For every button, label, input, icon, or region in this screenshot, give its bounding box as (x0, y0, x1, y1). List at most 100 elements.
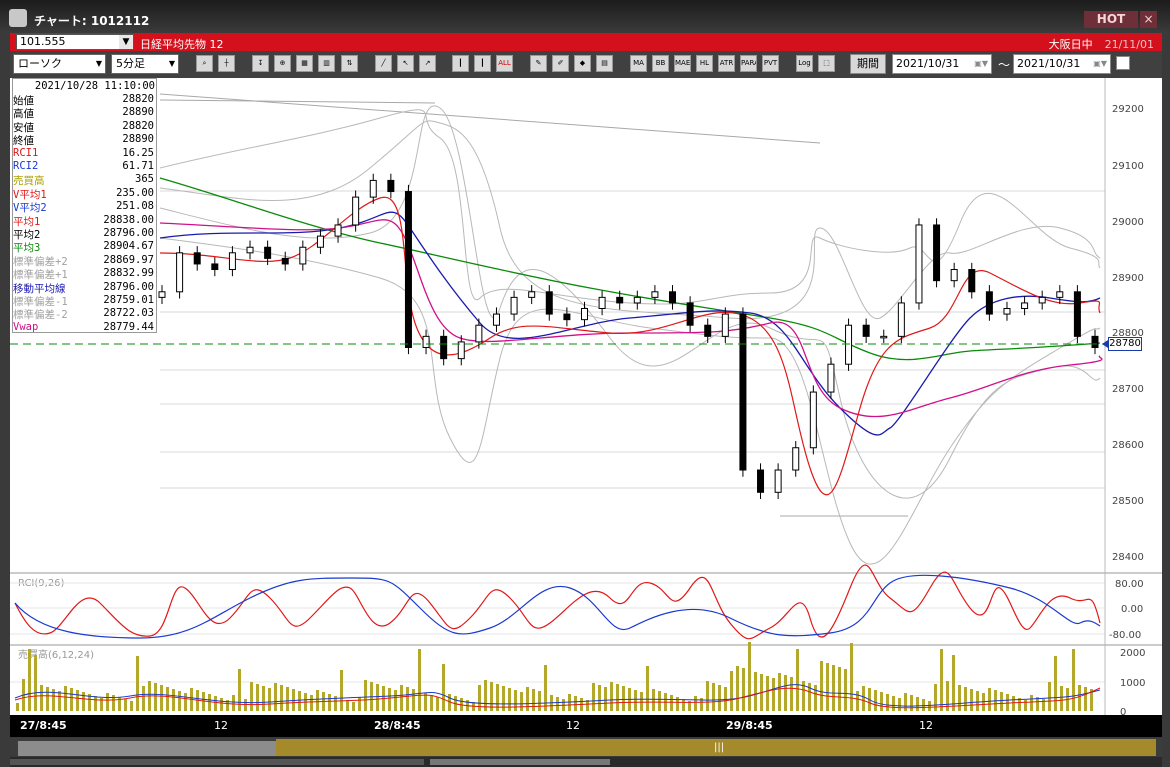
grip-icon[interactable]: ||| (714, 742, 724, 753)
candle-body[interactable] (492, 313, 500, 326)
mae-button[interactable]: MAE (674, 55, 691, 72)
pencil-icon[interactable]: ✐ (552, 55, 569, 72)
period-button[interactable]: 期間 (850, 54, 886, 74)
volume-bar (106, 693, 109, 711)
calendar-icon[interactable]: ▣▼ (974, 55, 988, 73)
hl-button[interactable]: HL (696, 55, 713, 72)
candle-body[interactable] (299, 246, 307, 265)
candle-body[interactable] (897, 302, 905, 337)
bars-icon[interactable]: ▥ (318, 55, 335, 72)
all-button[interactable]: ALL (496, 55, 513, 72)
candle-body[interactable] (475, 324, 483, 343)
close-button[interactable]: × (1140, 11, 1157, 28)
date-from-input[interactable]: 2021/10/31 ▣▼ (892, 54, 992, 74)
candle-body[interactable] (176, 252, 184, 293)
compare-icon[interactable]: ⇅ (341, 55, 358, 72)
candle-icon[interactable]: ┃ (452, 55, 469, 72)
candle-body[interactable] (757, 469, 765, 493)
candle-body[interactable] (404, 191, 412, 348)
candle-body[interactable] (580, 308, 588, 321)
candle-body[interactable] (510, 296, 518, 315)
candle-body[interactable] (369, 179, 377, 198)
log-button[interactable]: Log (796, 55, 813, 72)
draw-icon[interactable]: ✎ (530, 55, 547, 72)
candle-body[interactable] (827, 363, 835, 393)
candle-body[interactable] (739, 313, 747, 471)
scroll-track[interactable] (18, 741, 276, 756)
rci-axis[interactable]: 80.00 0.00 -80.00 (1109, 579, 1144, 641)
candle-body[interactable] (598, 296, 606, 310)
candle-body[interactable] (316, 235, 324, 248)
date-to-input[interactable]: 2021/10/31 ▣▼ (1013, 54, 1111, 74)
candle-body[interactable] (264, 246, 272, 259)
candle-body[interactable] (915, 224, 923, 304)
candle-body[interactable] (651, 291, 659, 298)
grid-icon[interactable]: ▦ (296, 55, 313, 72)
candle-body[interactable] (528, 291, 536, 298)
candle-body[interactable] (845, 324, 853, 365)
candle-body[interactable] (880, 335, 888, 339)
candle-body[interactable] (933, 224, 941, 282)
line-icon[interactable]: ╱ (375, 55, 392, 72)
volume-axis[interactable]: 2000 1000 0 (1120, 648, 1145, 718)
candle-body[interactable] (616, 296, 624, 304)
candle-body[interactable] (545, 291, 553, 315)
chevron-down-icon[interactable]: ▼ (119, 35, 133, 49)
candle-body[interactable] (228, 252, 236, 271)
zoom-icon[interactable]: ⊕ (274, 55, 291, 72)
candle-body[interactable] (950, 269, 958, 282)
volume-bar (754, 672, 757, 711)
chart-area[interactable]: 29200 29100 29000 28900 28800 28700 2860… (10, 78, 1162, 718)
candle-body[interactable] (1056, 291, 1064, 298)
candle-body[interactable] (704, 324, 712, 337)
calendar-icon[interactable]: ▣▼ (1093, 55, 1107, 73)
candle-body[interactable] (1073, 291, 1081, 337)
candle-body[interactable] (193, 252, 201, 265)
candle-body[interactable] (246, 246, 254, 254)
atr-button[interactable]: ATR (718, 55, 735, 72)
candle-body[interactable] (774, 469, 782, 493)
candle-body[interactable] (1003, 308, 1011, 315)
bb-button[interactable]: BB (652, 55, 669, 72)
candle-body[interactable] (387, 179, 395, 193)
candle-body[interactable] (281, 257, 289, 265)
chart-canvas[interactable]: 29200 29100 29000 28900 28800 28700 2860… (10, 78, 1162, 718)
candle-body[interactable] (563, 313, 571, 321)
candle-body[interactable] (792, 447, 800, 471)
search-icon[interactable]: ⌕ (196, 55, 213, 72)
candle-body[interactable] (1038, 296, 1046, 304)
candle-body[interactable] (968, 269, 976, 293)
para-button[interactable]: PARA (740, 55, 757, 72)
candle-body[interactable] (721, 313, 729, 337)
crosshair-icon[interactable]: ┼ (218, 55, 235, 72)
candle-body[interactable] (686, 302, 694, 326)
candle-body[interactable] (669, 291, 677, 304)
candle-body[interactable] (862, 324, 870, 337)
candle-body[interactable] (1091, 335, 1099, 348)
chart-type-select[interactable]: ローソク ▼ (13, 54, 106, 74)
arrow-icon[interactable]: ↗ (419, 55, 436, 72)
candle-body[interactable] (352, 196, 360, 226)
hot-button[interactable]: HOT (1084, 11, 1138, 28)
candle-body[interactable] (334, 224, 342, 237)
candle-body[interactable] (158, 291, 166, 298)
candle-body[interactable] (809, 391, 817, 449)
symbol-code-select[interactable]: 101.555 ▼ (16, 34, 134, 50)
color-icon[interactable]: ◆ (574, 55, 591, 72)
pvt-button[interactable]: PVT (762, 55, 779, 72)
candle-body[interactable] (633, 296, 641, 304)
candle2-icon[interactable]: ┃ (474, 55, 491, 72)
ma-button[interactable]: MA (630, 55, 647, 72)
tool-icon[interactable]: ↧ (252, 55, 269, 72)
export-icon[interactable]: ⬚ (818, 55, 835, 72)
candle-body[interactable] (440, 335, 448, 360)
timeframe-select[interactable]: 5分足 ▼ (111, 54, 179, 74)
candle-body[interactable] (211, 263, 219, 271)
candle-body[interactable] (985, 291, 993, 315)
candle-body[interactable] (422, 335, 430, 348)
period-checkbox[interactable] (1116, 56, 1130, 70)
cursor-icon[interactable]: ↖ (397, 55, 414, 72)
indicator-icon[interactable]: ▤ (596, 55, 613, 72)
time-axis[interactable] (10, 715, 1162, 737)
candle-body[interactable] (1021, 302, 1029, 310)
